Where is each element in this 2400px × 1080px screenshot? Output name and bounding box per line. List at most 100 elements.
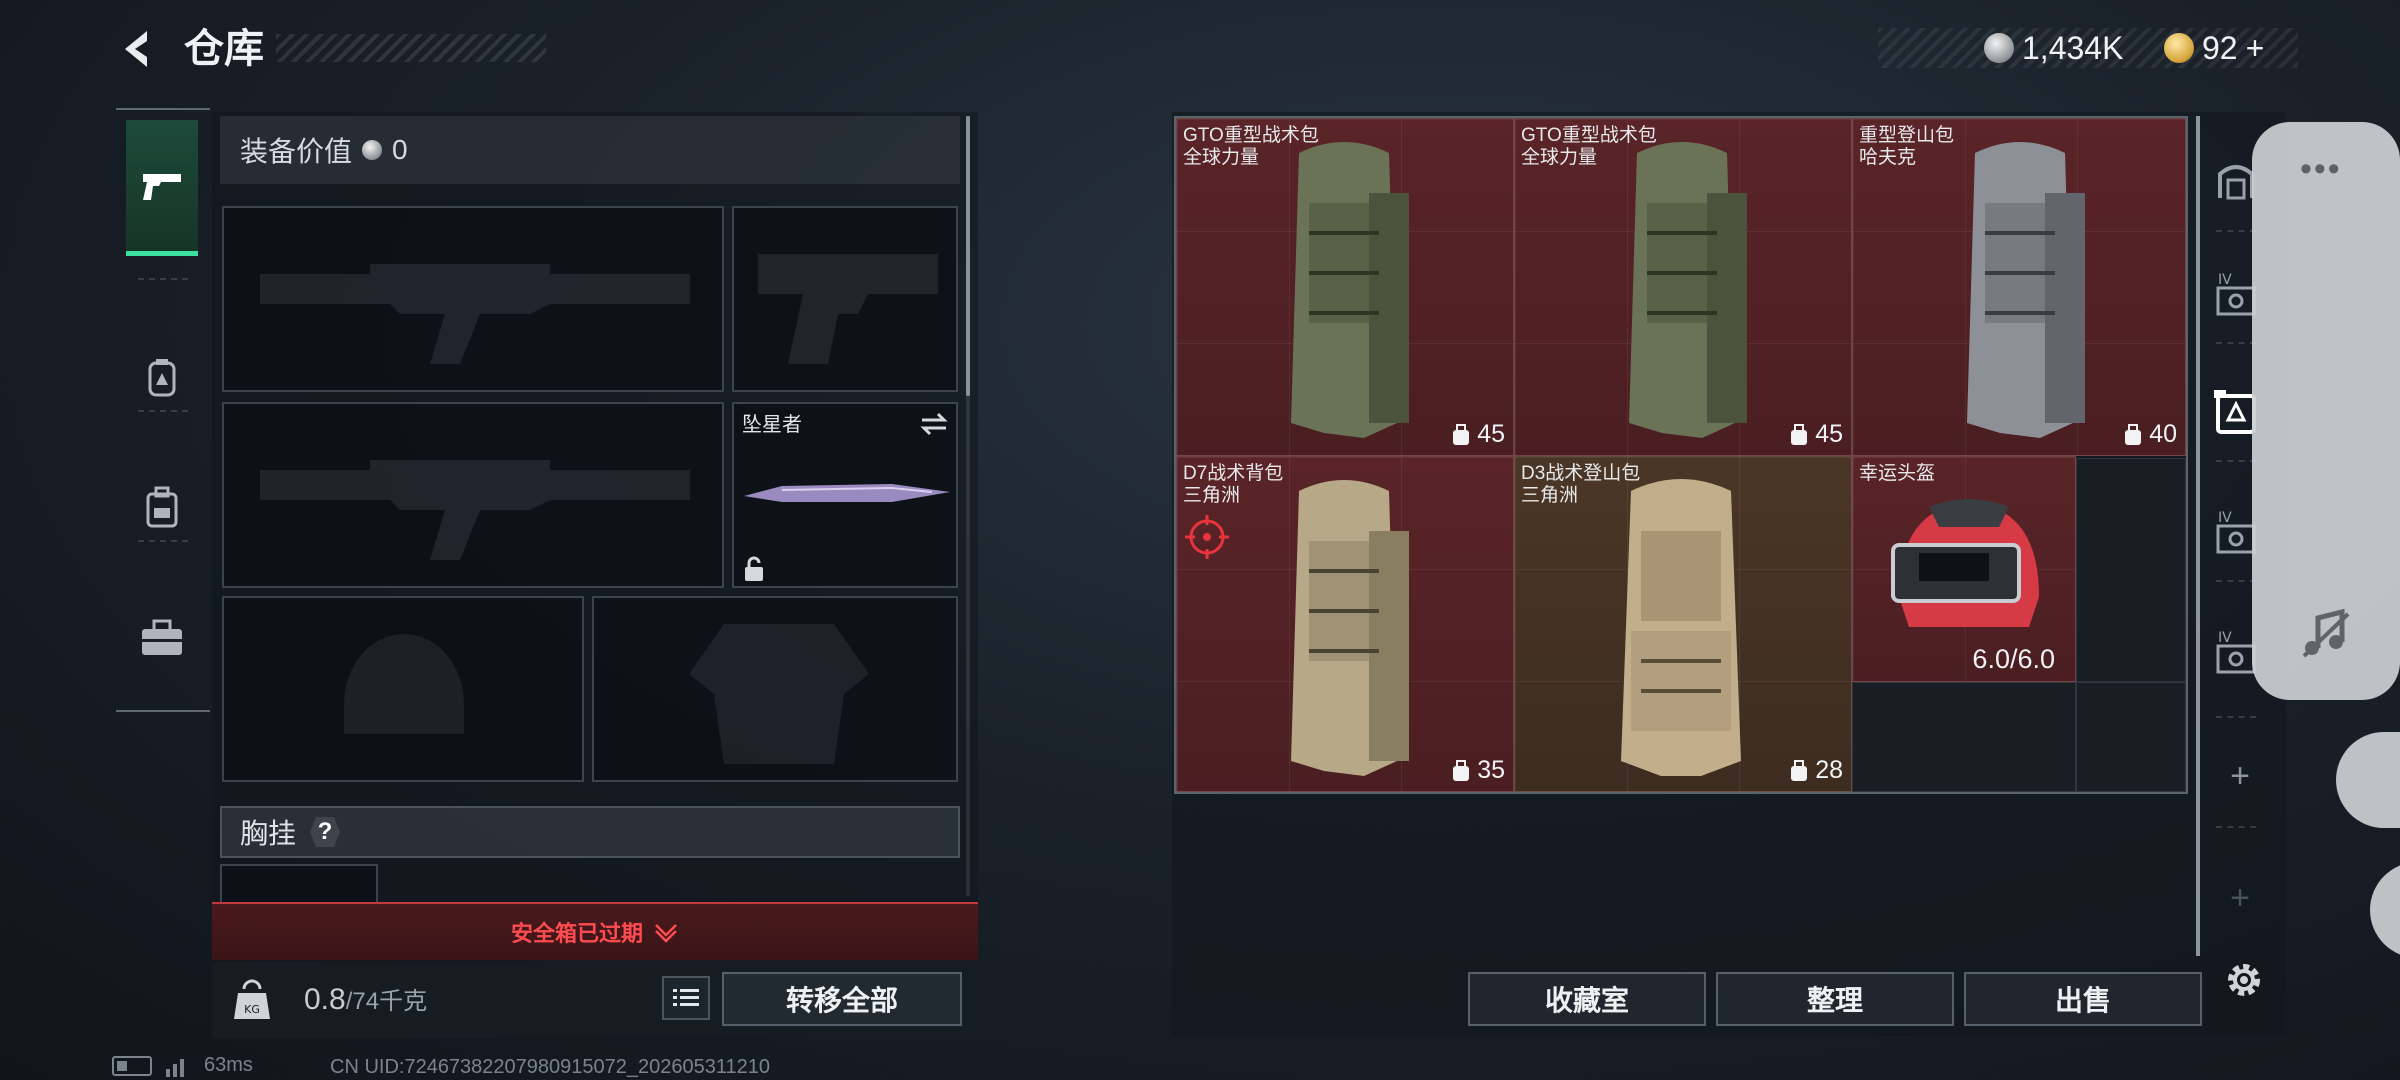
- item-name: 幸运头盔: [1859, 463, 1936, 484]
- safe-box-expired-banner[interactable]: 安全箱已过期: [212, 902, 978, 960]
- melee-name: 坠星者: [742, 414, 802, 436]
- collection-room-button[interactable]: 收藏室: [1468, 972, 1706, 1026]
- knife-icon: [744, 484, 950, 502]
- storage-scrollbar[interactable]: [2196, 116, 2200, 956]
- pistol-silhouette-icon: [758, 254, 938, 364]
- empty-cell[interactable]: [2076, 458, 2186, 682]
- capacity-icon: [1453, 423, 1470, 445]
- side-divider: [2216, 716, 2256, 718]
- currency-gold-value: 92: [2202, 29, 2238, 66]
- empty-cell[interactable]: [1852, 682, 2076, 792]
- item-durability: 6.0/6.0: [1972, 644, 2055, 674]
- sidearm-slot[interactable]: [732, 206, 958, 392]
- chest-rig-section: 胸挂 ?: [220, 806, 960, 858]
- nav-tab-helmet[interactable]: [126, 310, 198, 446]
- back-arrow-icon: [125, 31, 147, 67]
- storage-item-backpack[interactable]: 重型登山包 哈夫克 40: [1852, 118, 2186, 456]
- item-brand: 全球力量: [1521, 147, 1598, 168]
- equipment-value-row: 装备价值 0: [220, 116, 960, 184]
- sell-button[interactable]: 出售: [1964, 972, 2202, 1026]
- list-view-button[interactable]: [662, 976, 710, 1020]
- organize-button[interactable]: 整理: [1716, 972, 1954, 1026]
- back-button[interactable]: [112, 22, 166, 76]
- equipment-scrollbar[interactable]: [966, 116, 970, 396]
- page-title: 仓库: [184, 27, 264, 71]
- item-brand: 哈夫克: [1859, 147, 1917, 168]
- primary-weapon-slot[interactable]: [222, 206, 724, 392]
- currency-gold[interactable]: 92 +: [2164, 26, 2264, 70]
- helmet-silhouette-icon: [344, 634, 464, 734]
- side-divider: [2216, 460, 2256, 462]
- item-name: GTO重型战术包: [1183, 125, 1319, 146]
- storage-item-backpack[interactable]: GTO重型战术包 全球力量 45: [1514, 118, 1852, 456]
- nav-divider: [138, 278, 188, 280]
- floating-menu-button[interactable]: •••: [2300, 150, 2342, 189]
- weight-current: 0.8: [304, 983, 346, 1016]
- ping-value: 63ms: [204, 1054, 253, 1076]
- rifle-silhouette-icon: [260, 264, 690, 364]
- swap-icon[interactable]: [918, 410, 950, 438]
- currency-silver: 1,434K: [1984, 26, 2123, 70]
- nav-tab-briefcase[interactable]: [126, 570, 198, 706]
- item-capacity: 45: [1815, 420, 1843, 448]
- helmet-slot[interactable]: [222, 596, 584, 782]
- storage-item-helmet[interactable]: 幸运头盔 6.0/6.0: [1852, 456, 2076, 682]
- storage-item-backpack[interactable]: GTO重型战术包 全球力量 45: [1176, 118, 1514, 456]
- capacity-icon: [1453, 759, 1470, 781]
- title-decoration: [276, 34, 546, 62]
- item-brand: 全球力量: [1183, 147, 1260, 168]
- item-name: D3战术登山包: [1521, 463, 1641, 484]
- helmet-icon: [1891, 499, 2039, 627]
- equipment-value: 0: [392, 134, 408, 165]
- svg-text:IV: IV: [2218, 272, 2232, 288]
- chevron-down-icon: [655, 924, 677, 943]
- backpack-icon: [1629, 142, 1747, 438]
- item-name: GTO重型战术包: [1521, 125, 1657, 146]
- armor-silhouette-icon: [689, 624, 869, 764]
- chest-rig-slot[interactable]: [220, 864, 378, 904]
- capacity-icon: [1791, 759, 1808, 781]
- backpack-icon: [1967, 142, 2085, 438]
- add-storage-button[interactable]: +: [2216, 874, 2264, 922]
- help-button[interactable]: ?: [310, 817, 341, 847]
- item-capacity: 40: [2149, 420, 2177, 448]
- backpack-icon: [1291, 480, 1409, 776]
- side-divider: [2216, 342, 2256, 344]
- settings-button[interactable]: [2214, 950, 2274, 1010]
- weight-readout: 0.8/74千克: [304, 980, 427, 1022]
- signal-icon: [166, 1058, 184, 1077]
- chest-rig-label: 胸挂: [240, 818, 297, 849]
- nav-tab-weapons[interactable]: [126, 120, 198, 256]
- capacity-icon: [2125, 423, 2142, 445]
- briefcase-icon: [142, 619, 182, 655]
- weight-icon: KG: [224, 972, 280, 1028]
- storage-item-backpack[interactable]: D3战术登山包 三角洲 28: [1514, 456, 1852, 792]
- empty-cell[interactable]: [2076, 682, 2186, 792]
- storage-item-backpack[interactable]: D7战术背包 三角洲 35: [1176, 456, 1514, 792]
- backpack-icon: [1621, 479, 1741, 776]
- nav-tab-backpack[interactable]: [126, 440, 198, 576]
- secondary-weapon-slot[interactable]: [222, 402, 724, 588]
- floating-bubble[interactable]: [2336, 732, 2400, 828]
- capacity-icon: [1791, 423, 1808, 445]
- add-storage-button[interactable]: +: [2216, 752, 2264, 800]
- currency-add-button[interactable]: +: [2246, 30, 2265, 67]
- pistol-icon: [143, 173, 181, 200]
- melee-slot[interactable]: 坠星者: [732, 402, 958, 588]
- side-divider: [2216, 580, 2256, 582]
- helmet-gear-icon: [148, 359, 176, 397]
- svg-text:KG: KG: [244, 1003, 260, 1016]
- list-icon: [673, 989, 699, 1006]
- floating-bubble[interactable]: [2370, 862, 2400, 958]
- transfer-all-button[interactable]: 转移全部: [722, 972, 962, 1026]
- nav-divider: [138, 540, 188, 542]
- svg-text:IV: IV: [2218, 630, 2232, 646]
- gear-icon: [2228, 964, 2260, 996]
- silver-coin-icon: [1984, 33, 2014, 63]
- armor-slot[interactable]: [592, 596, 958, 782]
- silver-coin-icon: [362, 140, 383, 160]
- item-capacity: 35: [1477, 756, 1505, 784]
- music-off-icon[interactable]: [2296, 604, 2356, 664]
- item-brand: 三角洲: [1521, 485, 1579, 506]
- rifle-silhouette-icon: [260, 460, 690, 560]
